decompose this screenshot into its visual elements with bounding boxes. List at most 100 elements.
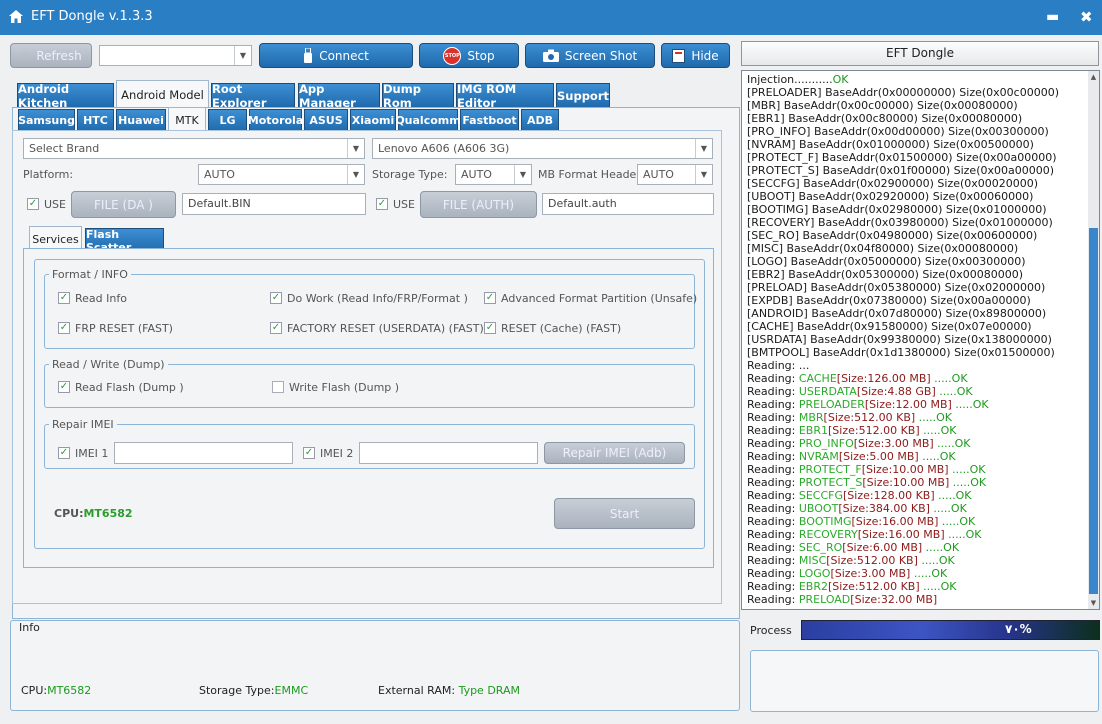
log-reading-plain: Reading: ... (747, 359, 810, 372)
tab-android-model[interactable]: Android Model (116, 80, 209, 108)
port-select[interactable]: ▼ (99, 45, 252, 66)
imei1-checkbox[interactable]: ✓ (58, 447, 70, 459)
read-info-checkbox[interactable]: ✓ (58, 292, 70, 304)
log-ok: .....OK (949, 476, 987, 489)
mb-format-select[interactable]: AUTO ▼ (637, 164, 713, 185)
reset-cache-label: RESET (Cache) (FAST) (501, 322, 622, 335)
tab-motorola[interactable]: Motorola (248, 109, 303, 131)
read-flash-label: Read Flash (Dump ) (75, 381, 184, 394)
log-reading-label: Reading: (747, 502, 799, 515)
frp-reset-label: FRP RESET (FAST) (75, 322, 173, 335)
connect-button[interactable]: Connect (259, 43, 413, 68)
file-da-button[interactable]: FILE (DA ) (71, 191, 176, 218)
log-reading-label: Reading: (747, 567, 799, 580)
log-reading-label: Reading: (747, 385, 799, 398)
write-flash-checkbox[interactable] (272, 381, 284, 393)
storage-type-select[interactable]: AUTO ▼ (455, 164, 532, 185)
screenshot-button[interactable]: Screen Shot (525, 43, 655, 68)
tab-img-rom-editor[interactable]: IMG ROM Editor (456, 82, 554, 110)
tab-root-explorer[interactable]: Root Explorer (211, 82, 295, 110)
info-ram-value: Type DRAM (458, 684, 521, 697)
tab-huawei[interactable]: Huawei (116, 109, 166, 131)
model-select[interactable]: Lenovo A606 (A606 3G) ▼ (372, 138, 713, 159)
log-base-line: [CACHE] BaseAddr(0x91580000) Size(0x07e0… (747, 320, 1032, 333)
model-select-value: Lenovo A606 (A606 3G) (378, 142, 510, 155)
log-partition: BOOTIMG (798, 515, 852, 528)
tab-app-manager[interactable]: App Manager (298, 82, 380, 110)
storage-type-value: AUTO (461, 168, 492, 181)
stop-button[interactable]: STOP Stop (419, 43, 519, 68)
imei2-label: IMEI 2 (320, 447, 354, 460)
log-line: [BMTPOOL] BaseAddr(0x1d1380000) Size(0x0… (747, 346, 1059, 359)
tab-mtk[interactable]: MTK (168, 107, 206, 132)
brand-select-value: Select Brand (29, 142, 100, 155)
title-bar: EFT Dongle v.1.3.3 ▬ ✖ (0, 0, 1102, 35)
tab-support[interactable]: Support (556, 83, 610, 107)
log-line: [PRO_INFO] BaseAddr(0x00d00000) Size(0x0… (747, 125, 1059, 138)
log-base-line: [PRELOADER] BaseAddr(0x00000000) Size(0x… (747, 86, 1059, 99)
log-lines: Injection...........OK [PRELOADER] BaseA… (747, 73, 1059, 606)
tab-xiaomi[interactable]: Xiaomi (350, 109, 396, 131)
info-cpu: CPU:MT6582 (21, 684, 91, 697)
info-storage-label: Storage Type: (199, 684, 275, 697)
process-progress-bar: ۷۰% (801, 620, 1100, 640)
tab-dump-rom[interactable]: Dump Rom (382, 82, 454, 110)
repair-imei-button[interactable]: Repair IMEI (Adb) (544, 442, 685, 464)
advanced-format-checkbox[interactable]: ✓ (484, 292, 496, 304)
tab-asus[interactable]: ASUS (304, 109, 348, 131)
log-partition: PRO_INFO (798, 437, 854, 450)
log-base-line: [EXPDB] BaseAddr(0x07380000) Size(0x00a0… (747, 294, 1031, 307)
reset-cache-checkbox[interactable]: ✓ (484, 322, 496, 334)
brand-select[interactable]: Select Brand ▼ (23, 138, 365, 159)
log-base-line: [SECCFG] BaseAddr(0x02900000) Size(0x000… (747, 177, 1039, 190)
tab-htc[interactable]: HTC (77, 109, 114, 131)
factory-reset-checkbox[interactable]: ✓ (270, 322, 282, 334)
tab-android-kitchen[interactable]: Android Kitchen (17, 82, 114, 110)
imei2-input[interactable] (359, 442, 538, 464)
refresh-icon: ⟳ (20, 48, 31, 63)
log-panel[interactable]: Injection...........OK [PRELOADER] BaseA… (741, 70, 1100, 610)
refresh-button[interactable]: ⟳ Refresh (10, 43, 92, 68)
log-size: [Size:512.00 KB] (823, 411, 916, 424)
scroll-down-icon[interactable]: ▼ (1088, 599, 1099, 607)
log-base-line: [MBR] BaseAddr(0x00c00000) Size(0x000800… (747, 99, 1018, 112)
read-write-title: Read / Write (Dump) (49, 358, 168, 371)
start-button[interactable]: Start (554, 498, 695, 529)
log-ok: .....OK (944, 528, 982, 541)
read-flash-checkbox[interactable]: ✓ (58, 381, 70, 393)
log-partition: SECCFG (798, 489, 844, 502)
tab-fastboot[interactable]: Fastboot (460, 109, 519, 131)
log-line: Reading: BOOTIMG[Size:16.00 MB] .....OK (747, 515, 1059, 528)
auth-file-input[interactable]: Default.auth (542, 193, 714, 215)
log-ok: .....OK (917, 554, 955, 567)
file-auth-button[interactable]: FILE (AUTH) (420, 191, 537, 218)
close-icon[interactable]: ✖ (1080, 8, 1093, 26)
log-scrollbar[interactable]: ▲ ▼ (1088, 71, 1099, 609)
da-file-input[interactable]: Default.BIN (182, 193, 366, 215)
imei2-checkbox[interactable]: ✓ (303, 447, 315, 459)
camera-icon (542, 49, 559, 62)
minimize-icon[interactable]: ▬ (1046, 9, 1059, 25)
tab-samsung[interactable]: Samsung (18, 109, 75, 131)
scroll-up-icon[interactable]: ▲ (1088, 73, 1099, 81)
repair-imei-label: Repair IMEI (Adb) (562, 446, 667, 460)
tab-qualcomm[interactable]: Qualcomm (395, 109, 461, 131)
log-line: [EXPDB] BaseAddr(0x07380000) Size(0x00a0… (747, 294, 1059, 307)
do-work-checkbox[interactable]: ✓ (270, 292, 282, 304)
log-line: [USRDATA] BaseAddr(0x99380000) Size(0x13… (747, 333, 1059, 346)
scrollbar-thumb[interactable] (1089, 228, 1098, 594)
hide-button[interactable]: Hide (661, 43, 730, 68)
log-line: Reading: PRO_INFO[Size:3.00 MB] .....OK (747, 437, 1059, 450)
log-line: [NVRAM] BaseAddr(0x01000000) Size(0x0050… (747, 138, 1059, 151)
imei1-input[interactable] (114, 442, 293, 464)
frp-reset-checkbox[interactable]: ✓ (58, 322, 70, 334)
tab-lg[interactable]: LG (208, 109, 247, 131)
use-auth-checkbox[interactable]: ✓ (376, 198, 388, 210)
platform-value: AUTO (204, 168, 235, 181)
platform-select[interactable]: AUTO ▼ (198, 164, 365, 185)
imei1-label: IMEI 1 (75, 447, 109, 460)
use-da-checkbox[interactable]: ✓ (27, 198, 39, 210)
tab-adb[interactable]: ADB (521, 109, 559, 131)
log-size: [Size:16.00 MB] (851, 515, 939, 528)
log-ok: .....OK (919, 424, 957, 437)
